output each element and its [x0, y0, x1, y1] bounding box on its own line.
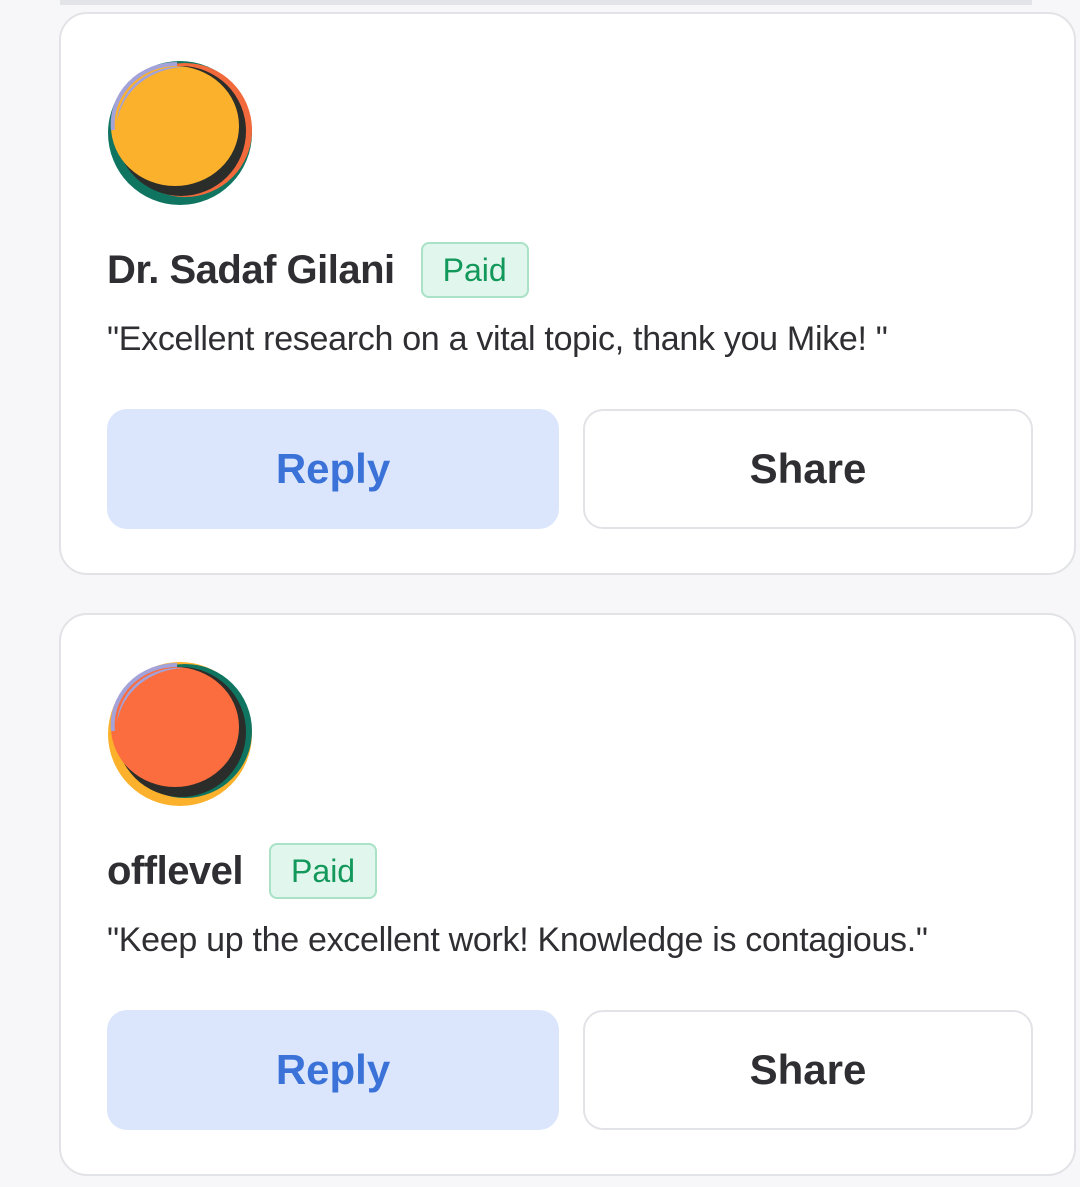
share-button[interactable]: Share	[583, 1010, 1033, 1130]
paid-badge: Paid	[269, 843, 378, 899]
author-name[interactable]: offlevel	[107, 849, 244, 894]
share-button[interactable]: Share	[583, 409, 1033, 529]
comment-text: "Excellent research on a vital topic, th…	[107, 320, 888, 358]
paid-badge: Paid	[420, 242, 529, 298]
avatar-image-icon	[108, 61, 252, 205]
reply-button[interactable]: Reply	[107, 1010, 559, 1130]
comment-text: "Keep up the excellent work! Knowledge i…	[107, 921, 928, 959]
author-row: offlevel Paid	[107, 841, 378, 901]
author-name[interactable]: Dr. Sadaf Gilani	[107, 248, 395, 293]
avatar[interactable]	[107, 60, 253, 206]
comment-card: Dr. Sadaf Gilani Paid "Excellent researc…	[59, 12, 1076, 575]
top-divider	[60, 0, 1032, 5]
reply-button[interactable]: Reply	[107, 409, 559, 529]
comment-card: offlevel Paid "Keep up the excellent wor…	[59, 613, 1076, 1176]
avatar[interactable]	[107, 661, 253, 807]
avatar-image-icon	[108, 662, 252, 806]
author-row: Dr. Sadaf Gilani Paid	[107, 240, 529, 300]
